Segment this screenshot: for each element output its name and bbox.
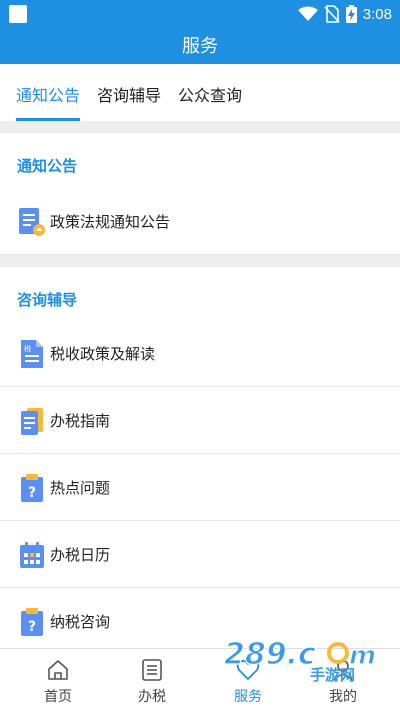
no-sim-icon — [324, 5, 340, 23]
status-icons: 3:08 — [297, 4, 392, 24]
list-item-label: 纳税咨询 — [50, 613, 111, 631]
wifi-icon — [297, 6, 318, 21]
question-clipboard-icon: ? — [21, 474, 43, 502]
tab-label: 公众查询 — [178, 86, 243, 105]
watermark-logo: 289.c m 手游网 — [223, 636, 376, 682]
list-item-tax-calendar[interactable]: 办税日历 — [0, 521, 400, 588]
status-bar: 3:08 — [0, 0, 400, 28]
app-bar: 服务 — [0, 28, 400, 64]
list-item-label: 税收政策及解读 — [50, 345, 156, 363]
nav-label: 首页 — [44, 689, 72, 705]
list-item-policy-notice[interactable]: 政策法规通知公告 — [0, 188, 400, 255]
question-clipboard-icon: ? — [21, 608, 43, 636]
tab-public-query[interactable]: 公众查询 — [178, 82, 242, 121]
battery-charging-icon — [345, 5, 357, 23]
section-divider — [0, 121, 400, 133]
list-item-label: 办税指南 — [50, 412, 111, 430]
page-title: 服务 — [182, 36, 218, 57]
list-item-hot-questions[interactable]: ? 热点问题 — [0, 454, 400, 521]
section-title: 通知公告 — [17, 157, 78, 175]
tax-document-icon: 税 — [21, 340, 43, 368]
nav-home[interactable]: 首页 — [8, 649, 108, 711]
policy-notice-icon — [19, 208, 45, 236]
nav-label: 办税 — [138, 689, 166, 705]
tab-bar: 通知公告 咨询辅导 公众查询 — [0, 64, 400, 121]
list-icon — [142, 659, 162, 681]
svg-text:税: 税 — [24, 344, 31, 353]
list-item-tax-policy[interactable]: 税 税收政策及解读 — [0, 320, 400, 387]
list-item-label: 办税日历 — [50, 546, 111, 564]
nav-tax[interactable]: 办税 — [102, 649, 202, 711]
calendar-icon — [20, 542, 44, 568]
nav-label: 服务 — [234, 689, 262, 705]
list-item-label: 热点问题 — [50, 479, 111, 497]
list-item-label: 政策法规通知公告 — [50, 213, 171, 231]
tab-notice[interactable]: 通知公告 — [16, 82, 81, 121]
svg-text:?: ? — [28, 485, 36, 501]
section-divider — [0, 255, 400, 267]
home-icon — [48, 660, 68, 680]
status-time: 3:08 — [362, 5, 392, 23]
guide-book-icon — [21, 408, 43, 435]
tab-consult[interactable]: 咨询辅导 — [97, 82, 161, 121]
svg-text:手游网: 手游网 — [310, 666, 355, 682]
svg-text:289.c: 289.c — [224, 637, 316, 672]
nav-label: 我的 — [329, 689, 357, 705]
tab-label: 咨询辅导 — [97, 86, 162, 105]
svg-text:?: ? — [28, 619, 36, 635]
list-item-tax-guide[interactable]: 办税指南 — [0, 387, 400, 454]
tab-label: 通知公告 — [16, 86, 81, 105]
app-notification-icon — [9, 5, 27, 23]
section-title: 咨询辅导 — [17, 291, 78, 309]
